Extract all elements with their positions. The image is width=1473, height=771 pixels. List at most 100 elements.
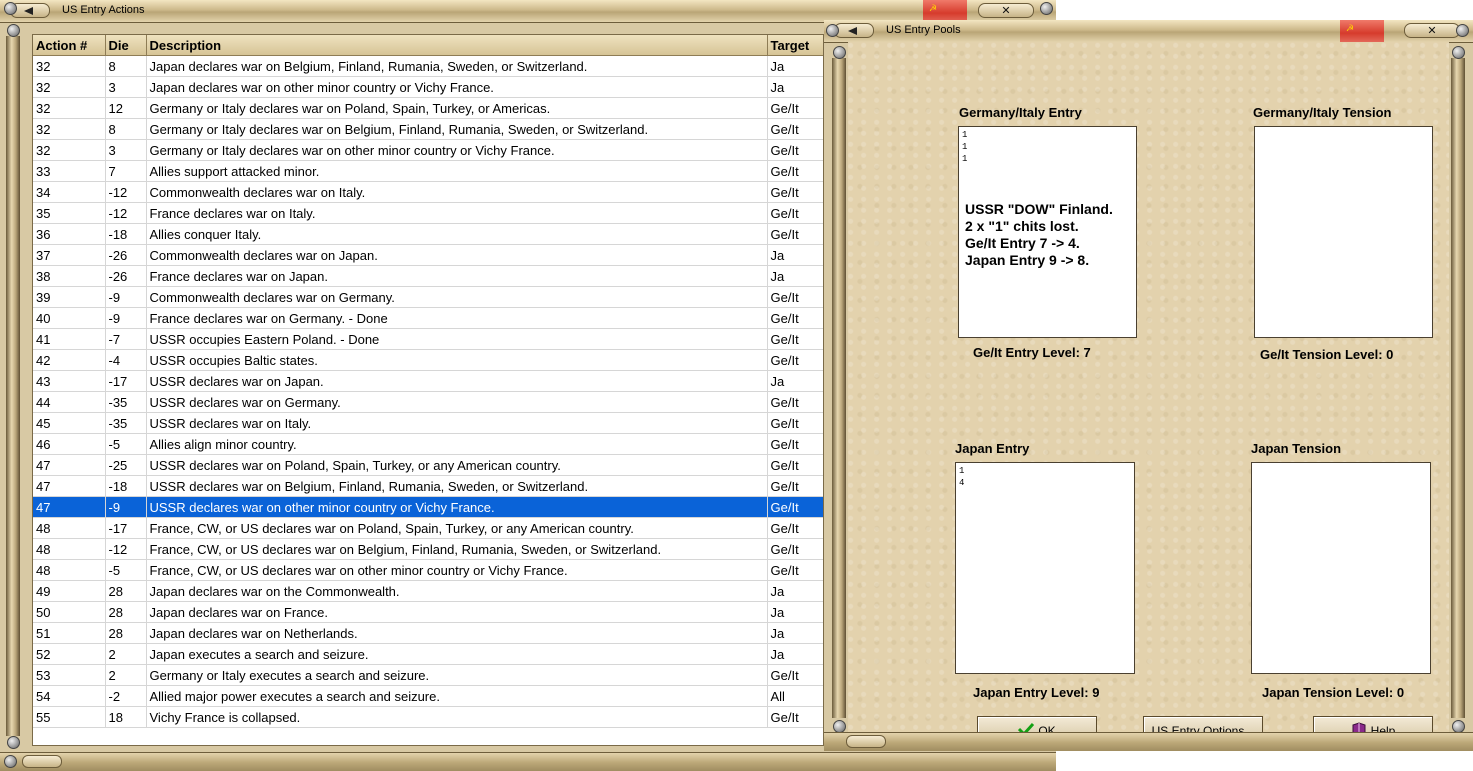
target-cell: Ja — [767, 643, 823, 665]
table-row[interactable]: 33 7 Allies support attacked minor. Ge/It — [33, 160, 823, 182]
column-header-description[interactable]: Description — [146, 35, 768, 56]
target-cell: Ge/It — [767, 496, 823, 518]
description-cell: Germany or Italy executes a search and s… — [146, 664, 768, 686]
column-header-target[interactable]: Target — [767, 35, 823, 56]
column-header-action[interactable]: Action # — [33, 35, 106, 56]
target-cell: Ge/It — [767, 664, 823, 686]
table-row[interactable]: 39 -9 Commonwealth declares war on Germany… — [33, 286, 823, 308]
ge-it-tension-pool[interactable] — [1254, 126, 1433, 338]
table-row[interactable]: 32 3 Japan declares war on other minor cou… — [33, 76, 823, 98]
table-row[interactable]: 52 2 Japan executes a search and seizure. J… — [33, 643, 823, 665]
table-row[interactable]: 38 -26 France declares war on Japan. Ja — [33, 265, 823, 287]
table-row[interactable]: 51 28 Japan declares war on Netherlands. Ja — [33, 622, 823, 644]
die-cell: -4 — [105, 349, 147, 371]
chit-value[interactable]: 1 — [959, 465, 1131, 477]
table-row[interactable]: 35 -12 France declares war on Italy. Ge/It — [33, 202, 823, 224]
resize-grip[interactable] — [22, 755, 62, 768]
description-cell: USSR declares war on Poland, Spain, Turk… — [146, 454, 768, 476]
target-cell: Ja — [767, 580, 823, 602]
close-button[interactable]: ✕ — [978, 3, 1034, 18]
description-cell: Commonwealth declares war on Germany. — [146, 286, 768, 308]
ge-it-entry-pool[interactable]: 111 USSR "DOW" Finland. 2 x "1" chits los… — [958, 126, 1137, 338]
target-cell: Ge/It — [767, 181, 823, 203]
table-row[interactable]: 37 -26 Commonwealth declares war on Japan.… — [33, 244, 823, 266]
resize-grip[interactable] — [846, 735, 886, 748]
table-row[interactable]: 48 -5 France, CW, or US declares war on ot… — [33, 559, 823, 581]
chit-value[interactable]: 1 — [962, 129, 1133, 141]
table-row[interactable]: 40 -9 France declares war on Germany. - Do… — [33, 307, 823, 329]
table-row[interactable]: 55 18 Vichy France is collapsed. Ge/It — [33, 706, 823, 728]
target-cell: Ge/It — [767, 391, 823, 413]
soviet-emblem-icon: ☭ — [923, 0, 967, 22]
description-cell: Commonwealth declares war on Italy. — [146, 181, 768, 203]
bolt-icon — [4, 755, 17, 768]
actions-table-container[interactable]: Action # Die Description Target 32 8 Japan… — [32, 34, 824, 746]
action-cell: 32 — [33, 76, 106, 98]
target-cell: Ge/It — [767, 517, 823, 539]
close-button[interactable]: ✕ — [1404, 23, 1460, 38]
table-row[interactable]: 32 3 Germany or Italy declares war on othe… — [33, 139, 823, 161]
table-header-row: Action # Die Description Target — [33, 35, 823, 56]
table-row[interactable]: 34 -12 Commonwealth declares war on Italy.… — [33, 181, 823, 203]
chit-value[interactable]: 4 — [959, 477, 1131, 489]
table-row[interactable]: 42 -4 USSR occupies Baltic states. Ge/It — [33, 349, 823, 371]
table-row[interactable]: 47 -18 USSR declares war on Belgium, Finla… — [33, 475, 823, 497]
table-row[interactable]: 49 28 Japan declares war on the Commonweal… — [33, 580, 823, 602]
action-cell: 41 — [33, 328, 106, 350]
table-row[interactable]: 41 -7 USSR occupies Eastern Poland. - Done… — [33, 328, 823, 350]
die-cell: 8 — [105, 55, 147, 77]
action-cell: 42 — [33, 349, 106, 371]
table-row[interactable]: 44 -35 USSR declares war on Germany. Ge/It — [33, 391, 823, 413]
die-cell: 28 — [105, 622, 147, 644]
action-cell: 37 — [33, 244, 106, 266]
column-header-die[interactable]: Die — [105, 35, 147, 56]
table-row[interactable]: 53 2 Germany or Italy executes a search an… — [33, 664, 823, 686]
die-cell: -9 — [105, 496, 147, 518]
action-cell: 36 — [33, 223, 106, 245]
japan-tension-pool[interactable] — [1251, 462, 1431, 674]
target-cell: Ge/It — [767, 160, 823, 182]
table-row[interactable]: 32 8 Japan declares war on Belgium, Finlan… — [33, 55, 823, 77]
description-cell: Germany or Italy declares war on other m… — [146, 139, 768, 161]
action-cell: 32 — [33, 55, 106, 77]
table-row[interactable]: 48 -12 France, CW, or US declares war on B… — [33, 538, 823, 560]
pools-titlebar[interactable]: US Entry Pools ☭ ✕ — [824, 20, 1473, 43]
bolt-icon — [1452, 46, 1465, 59]
action-cell: 51 — [33, 622, 106, 644]
action-cell: 45 — [33, 412, 106, 434]
pools-panel: Germany/Italy Entry 111 USSR "DOW" Finla… — [848, 42, 1449, 746]
note-line: Ge/It Entry 7 -> 4. — [965, 235, 1080, 251]
table-row[interactable]: 46 -5 Allies align minor country. Ge/It — [33, 433, 823, 455]
description-cell: USSR declares war on Belgium, Finland, R… — [146, 475, 768, 497]
window-menu-button[interactable] — [834, 23, 874, 38]
die-cell: -17 — [105, 517, 147, 539]
table-row[interactable]: 43 -17 USSR declares war on Japan. Ja — [33, 370, 823, 392]
ge-it-entry-label: Germany/Italy Entry — [959, 105, 1082, 120]
japan-entry-pool[interactable]: 14 — [955, 462, 1135, 674]
table-row[interactable]: 47 -25 USSR declares war on Poland, Spain,… — [33, 454, 823, 476]
right-frame-bar — [1451, 58, 1465, 718]
chit-value[interactable]: 1 — [962, 141, 1133, 153]
action-cell: 32 — [33, 139, 106, 161]
action-cell: 32 — [33, 97, 106, 119]
description-cell: Japan executes a search and seizure. — [146, 643, 768, 665]
table-row[interactable]: 45 -35 USSR declares war on Italy. Ge/It — [33, 412, 823, 434]
die-cell: 28 — [105, 580, 147, 602]
close-x-icon: ✕ — [1001, 4, 1011, 17]
target-cell: Ge/It — [767, 559, 823, 581]
table-row[interactable]: 54 -2 Allied major power executes a search… — [33, 685, 823, 707]
left-triangle-icon — [24, 7, 33, 15]
table-row[interactable]: 32 12 Germany or Italy declares war on Pol… — [33, 97, 823, 119]
table-row[interactable]: 36 -18 Allies conquer Italy. Ge/It — [33, 223, 823, 245]
table-row[interactable]: 47 -9 USSR declares war on other minor cou… — [33, 496, 823, 518]
table-row[interactable]: 32 8 Germany or Italy declares war on Belg… — [33, 118, 823, 140]
target-cell: Ja — [767, 244, 823, 266]
left-frame-bar — [6, 36, 20, 736]
table-row[interactable]: 48 -17 France, CW, or US declares war on P… — [33, 517, 823, 539]
table-row[interactable]: 50 28 Japan declares war on France. Ja — [33, 601, 823, 623]
die-cell: -9 — [105, 307, 147, 329]
die-cell: -18 — [105, 223, 147, 245]
action-cell: 48 — [33, 538, 106, 560]
chit-value[interactable]: 1 — [962, 153, 1133, 165]
die-cell: 2 — [105, 664, 147, 686]
